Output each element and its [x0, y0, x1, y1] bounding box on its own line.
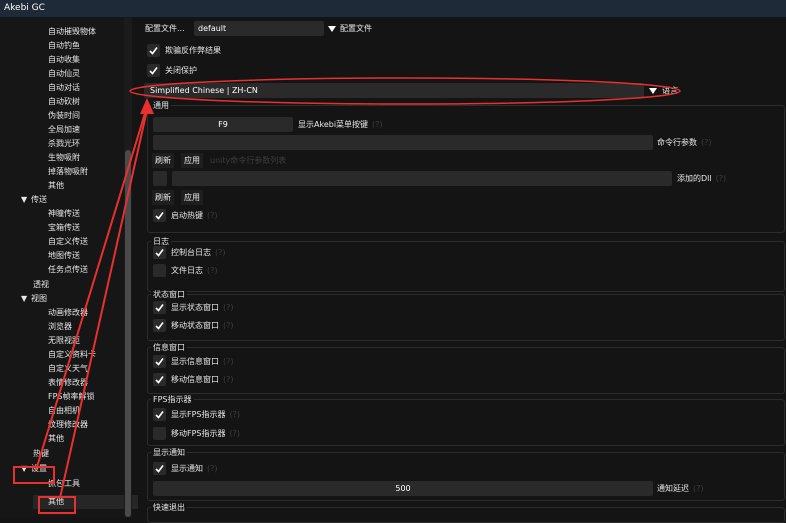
annotation-ellipse-language — [129, 77, 681, 105]
annotation-arrow-line — [59, 109, 148, 499]
annotation-arrowhead — [140, 98, 154, 114]
annotation-arrow-line — [35, 109, 147, 471]
annotation-overlay — [35, 77, 681, 499]
